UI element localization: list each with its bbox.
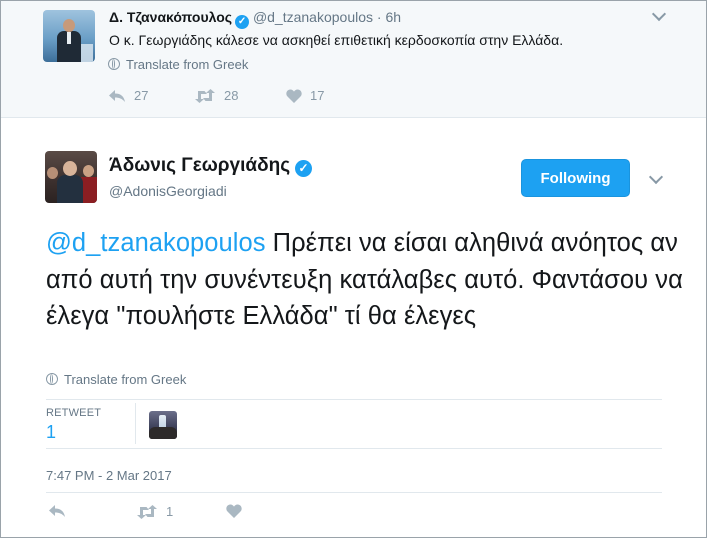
parent-like-action[interactable]: 17 bbox=[286, 88, 324, 103]
parent-tweet-time[interactable]: 6h bbox=[385, 9, 401, 25]
divider bbox=[46, 448, 662, 449]
retweet-icon bbox=[136, 504, 158, 519]
verified-badge-icon: ✓ bbox=[295, 160, 313, 177]
main-like-action[interactable] bbox=[226, 504, 242, 518]
tweet-permalink: Δ. Τζανακόπουλος ✓ @d_tzanakopoulos · 6h … bbox=[0, 0, 707, 538]
divider bbox=[46, 399, 662, 400]
mention-link[interactable]: @d_tzanakopoulos bbox=[46, 229, 266, 257]
reply-icon bbox=[48, 504, 66, 518]
heart-icon bbox=[226, 504, 242, 518]
main-translate-link[interactable]: Translate from Greek bbox=[46, 372, 186, 387]
main-author-handle[interactable]: @AdonisGeorgiadi bbox=[109, 183, 227, 199]
main-translate-label: Translate from Greek bbox=[64, 372, 187, 387]
parent-avatar[interactable] bbox=[43, 10, 95, 62]
chevron-down-icon[interactable] bbox=[648, 169, 664, 185]
parent-tweet[interactable]: Δ. Τζανακόπουλος ✓ @d_tzanakopoulos · 6h … bbox=[1, 1, 706, 118]
globe-icon bbox=[108, 58, 120, 70]
following-button[interactable]: Following bbox=[521, 159, 630, 197]
chevron-down-icon[interactable] bbox=[651, 6, 667, 22]
main-tweet-text: @d_tzanakopoulos Πρέπει να είσαι αληθινά… bbox=[46, 225, 686, 335]
parent-like-count: 17 bbox=[310, 88, 325, 103]
globe-icon bbox=[46, 373, 58, 385]
parent-author-handle[interactable]: @d_tzanakopoulos bbox=[253, 9, 373, 25]
retweet-icon bbox=[194, 88, 216, 103]
reply-icon bbox=[108, 89, 126, 103]
stat-separator bbox=[135, 403, 136, 444]
retweeter-avatar[interactable] bbox=[149, 411, 177, 439]
main-retweet-count: 1 bbox=[166, 504, 174, 519]
divider bbox=[46, 492, 662, 493]
retweet-stat-label: RETWEET bbox=[46, 407, 102, 419]
parent-reply-action[interactable]: 27 bbox=[108, 88, 148, 103]
verified-badge-icon: ✓ bbox=[235, 15, 250, 29]
parent-reply-count: 27 bbox=[134, 88, 149, 103]
retweet-stat-count[interactable]: 1 bbox=[46, 422, 56, 443]
parent-translate-label: Translate from Greek bbox=[126, 57, 249, 72]
main-author-name[interactable]: Άδωνις Γεωργιάδης bbox=[109, 155, 290, 176]
heart-icon bbox=[286, 88, 302, 103]
parent-tweet-text: Ο κ. Γεωργιάδης κάλεσε να ασκηθεί επιθετ… bbox=[109, 32, 564, 48]
parent-author-name[interactable]: Δ. Τζανακόπουλος bbox=[109, 9, 232, 25]
parent-translate-link[interactable]: Translate from Greek bbox=[108, 57, 248, 72]
tweet-timestamp[interactable]: 7:47 PM - 2 Mar 2017 bbox=[46, 468, 172, 483]
main-reply-action[interactable] bbox=[48, 504, 66, 518]
parent-retweet-count: 28 bbox=[224, 88, 239, 103]
parent-separator: · bbox=[376, 9, 382, 25]
main-author-name-row[interactable]: Άδωνις Γεωργιάδης ✓ bbox=[109, 155, 313, 177]
main-retweet-action[interactable]: 1 bbox=[136, 504, 173, 519]
parent-retweet-action[interactable]: 28 bbox=[194, 88, 238, 103]
main-avatar[interactable] bbox=[45, 151, 97, 203]
parent-tweet-header: Δ. Τζανακόπουλος ✓ @d_tzanakopoulos · 6h bbox=[109, 9, 401, 29]
